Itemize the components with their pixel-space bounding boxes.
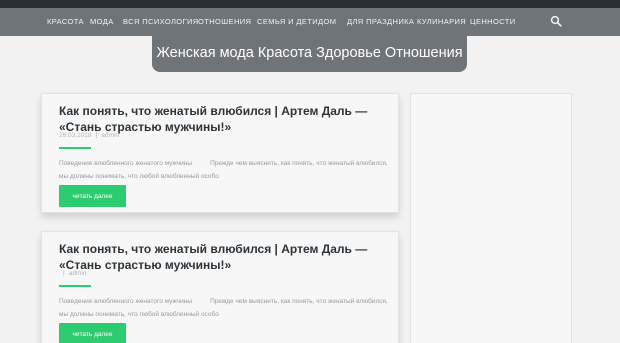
search-icon[interactable] <box>550 15 562 27</box>
nav-item-fashion[interactable]: мода <box>90 17 114 26</box>
site-title[interactable]: Женская мода Красота Здоровье Отношения <box>152 45 467 61</box>
meta-separator: | <box>63 270 65 277</box>
post-author-link[interactable]: admin <box>101 132 119 139</box>
post-author-link[interactable]: admin <box>69 270 87 277</box>
post-meta: | admin <box>59 270 86 277</box>
nav-item-values[interactable]: ценности <box>470 17 516 26</box>
post-excerpt: Поведение влюбленного женатого мужчины Пр… <box>59 295 389 321</box>
site-banner: Женская мода Красота Здоровье Отношения <box>152 34 467 72</box>
meta-separator: | <box>95 132 98 139</box>
post-meta: 26.03.2018 | admin <box>59 132 119 139</box>
title-underline <box>59 147 91 149</box>
top-strip <box>0 0 620 8</box>
nav-item-cooking[interactable]: кулинария <box>417 17 466 26</box>
title-underline <box>59 285 91 287</box>
nav-item-psychology[interactable]: вся психология <box>123 17 199 26</box>
excerpt-heading: Поведение влюбленного женатого мужчины <box>59 298 193 305</box>
post-title-link[interactable]: Как понять, что женатый влюбился | Артем… <box>59 103 389 135</box>
sidebar <box>410 93 572 343</box>
post-title-link[interactable]: Как понять, что женатый влюбился | Артем… <box>59 241 389 273</box>
read-more-button[interactable]: читать далее <box>59 323 126 343</box>
nav-item-beauty[interactable]: красота <box>47 17 84 26</box>
post-excerpt: Поведение влюбленного женатого мужчины Пр… <box>59 157 389 183</box>
main-nav: красота мода вся психология отношения се… <box>0 8 620 36</box>
read-more-button[interactable]: читать далее <box>59 185 126 207</box>
nav-item-holiday[interactable]: для праздника <box>347 17 414 26</box>
nav-item-home[interactable]: дом <box>318 17 336 26</box>
excerpt-heading: Поведение влюбленного женатого мужчины <box>59 160 193 167</box>
post-date: 26.03.2018 <box>59 132 92 139</box>
nav-item-family[interactable]: семья и дети <box>257 17 318 26</box>
post-card: Как понять, что женатый влюбился | Артем… <box>41 93 399 213</box>
nav-item-relationships[interactable]: отношения <box>198 17 251 26</box>
post-card: Как понять, что женатый влюбился | Артем… <box>41 231 399 343</box>
